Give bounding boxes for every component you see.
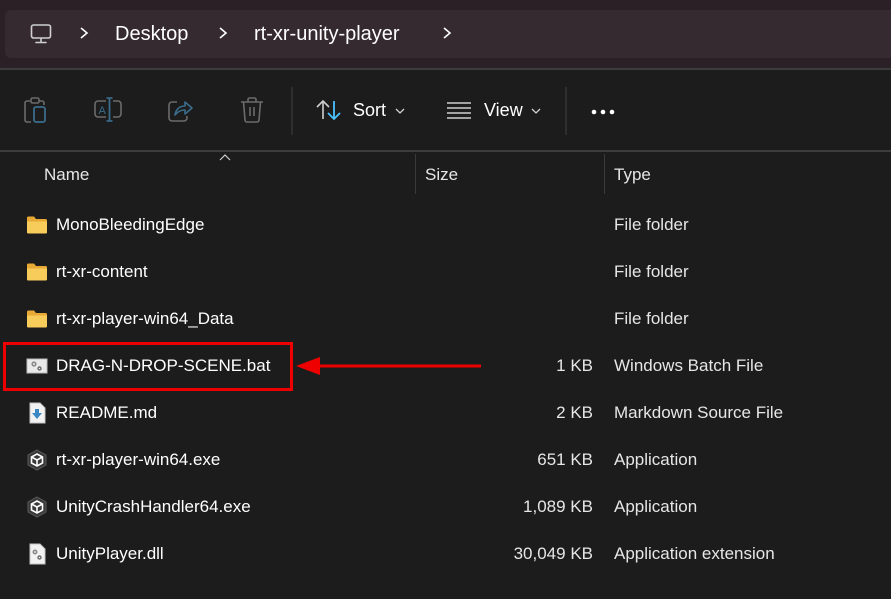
folder-icon — [26, 214, 48, 236]
see-more-button[interactable] — [585, 96, 621, 126]
file-type: Windows Batch File — [614, 356, 764, 375]
folder-icon — [26, 261, 48, 283]
file-size: 1 KB — [556, 356, 593, 375]
file-type: Application extension — [614, 544, 775, 563]
address-strip: Desktop rt-xr-unity-player — [0, 0, 891, 68]
breadcrumb-desktop[interactable]: Desktop — [115, 22, 188, 46]
chevron-down-icon — [395, 108, 405, 114]
column-header-type[interactable]: Type — [614, 164, 651, 186]
view-label: View — [484, 100, 523, 120]
svg-text:A: A — [99, 105, 107, 117]
share-button[interactable] — [162, 92, 198, 128]
address-bar[interactable]: Desktop rt-xr-unity-player — [5, 10, 891, 58]
file-name[interactable]: UnityPlayer.dll — [56, 543, 164, 565]
file-type: File folder — [614, 309, 689, 328]
file-type: File folder — [614, 215, 689, 234]
sort-label: Sort — [353, 100, 387, 120]
breadcrumb-current-folder[interactable]: rt-xr-unity-player — [254, 22, 400, 46]
dll-file-gears-icon — [26, 543, 48, 565]
paste-clipboard-icon — [24, 97, 46, 123]
list-view-icon — [447, 102, 471, 119]
file-size: 30,049 KB — [513, 544, 593, 563]
rename-icon: A — [94, 97, 122, 122]
file-row[interactable]: rt-xr-content File folder — [0, 249, 891, 296]
view-button[interactable]: View — [440, 88, 552, 132]
sort-arrows-icon — [316, 99, 341, 121]
delete-button[interactable] — [234, 92, 270, 128]
file-type: Application — [614, 450, 698, 469]
this-pc-monitor-icon[interactable] — [29, 22, 53, 46]
chevron-down-icon — [531, 108, 541, 114]
file-name[interactable]: rt-xr-player-win64.exe — [56, 449, 220, 471]
file-size: 651 KB — [537, 450, 593, 469]
file-row[interactable]: README.md 2 KB Markdown Source File — [0, 390, 891, 437]
file-name[interactable]: README.md — [56, 402, 157, 424]
column-resize-handle[interactable] — [604, 154, 605, 194]
markdown-file-icon — [26, 402, 48, 424]
sort-ascending-indicator-icon — [219, 154, 231, 161]
paste-button[interactable] — [18, 92, 54, 128]
file-type: File folder — [614, 262, 689, 281]
command-bar: A Sort View — [0, 70, 891, 150]
unity-app-icon — [26, 449, 48, 471]
chevron-right-icon[interactable] — [216, 23, 230, 43]
file-row[interactable]: UnityPlayer.dll 30,049 KB Application exte… — [0, 531, 891, 578]
column-header-name[interactable]: Name — [44, 164, 89, 186]
toolbar-divider — [565, 87, 567, 135]
file-type: Application — [614, 497, 698, 516]
file-type: Markdown Source File — [614, 403, 784, 422]
file-size: 2 KB — [556, 403, 593, 422]
more-options-icon — [591, 109, 615, 115]
file-name[interactable]: MonoBleedingEdge — [56, 214, 204, 236]
file-row[interactable]: rt-xr-player-win64.exe 651 KB Application — [0, 437, 891, 484]
trash-icon — [241, 97, 263, 123]
file-row[interactable]: rt-xr-player-win64_Data File folder — [0, 296, 891, 343]
red-arrow-annotation-icon — [296, 357, 481, 375]
file-name[interactable]: UnityCrashHandler64.exe — [56, 496, 251, 518]
highlight-box-annotation — [3, 342, 293, 391]
rename-button[interactable]: A — [90, 92, 126, 128]
file-name[interactable]: rt-xr-player-win64_Data — [56, 308, 234, 330]
column-resize-handle[interactable] — [415, 154, 416, 194]
chevron-right-icon[interactable] — [440, 23, 454, 43]
chevron-right-icon[interactable] — [77, 23, 91, 43]
file-name[interactable]: rt-xr-content — [56, 261, 148, 283]
toolbar-divider — [291, 87, 293, 135]
file-size: 1,089 KB — [523, 497, 593, 516]
column-header-size[interactable]: Size — [425, 164, 458, 186]
share-icon — [168, 101, 193, 122]
sort-button[interactable]: Sort — [308, 88, 418, 132]
unity-app-icon — [26, 496, 48, 518]
column-header-row: Name Size Type — [0, 152, 891, 194]
folder-icon — [26, 308, 48, 330]
file-row[interactable]: MonoBleedingEdge File folder — [0, 202, 891, 249]
file-row[interactable]: UnityCrashHandler64.exe 1,089 KB Applicati… — [0, 484, 891, 531]
